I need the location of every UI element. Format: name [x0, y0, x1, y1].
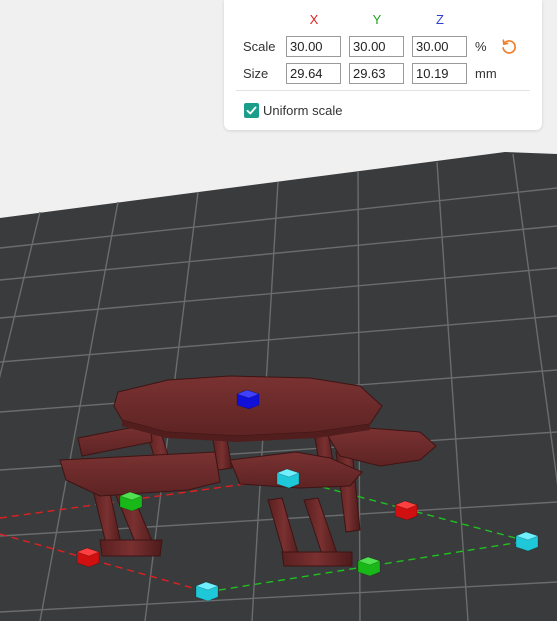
reset-arrow-icon[interactable]	[500, 38, 518, 56]
handle-z-top[interactable]	[235, 389, 261, 410]
size-label: Size	[243, 66, 269, 81]
handle-corner-back[interactable]	[275, 468, 301, 489]
scale-z-input[interactable]	[412, 36, 467, 57]
checkmark-icon	[246, 106, 257, 114]
axis-z-header: Z	[436, 12, 444, 27]
handle-y-front[interactable]	[356, 556, 382, 577]
handle-corner-front[interactable]	[194, 581, 220, 602]
scale-unit: %	[475, 39, 487, 54]
uniform-scale-toggle[interactable]: Uniform scale	[244, 101, 342, 119]
handle-y-left[interactable]	[118, 491, 144, 512]
size-y-input[interactable]	[349, 63, 404, 84]
axis-y-header: Y	[372, 12, 382, 27]
size-unit: mm	[475, 66, 497, 81]
scale-label: Scale	[243, 39, 276, 54]
handle-corner-right[interactable]	[514, 531, 540, 552]
uniform-scale-checkbox[interactable]	[244, 102, 259, 118]
size-x-input[interactable]	[286, 63, 341, 84]
scale-x-input[interactable]	[286, 36, 341, 57]
axis-x-header: X	[309, 12, 319, 27]
size-z-input[interactable]	[412, 63, 467, 84]
handle-x-left[interactable]	[75, 547, 101, 568]
scale-y-input[interactable]	[349, 36, 404, 57]
panel-divider	[236, 90, 530, 91]
uniform-scale-label: Uniform scale	[263, 102, 343, 118]
handle-x-right[interactable]	[393, 500, 419, 521]
scale-panel: X Y Z Scale % Size mm Uniform scale	[224, 0, 542, 130]
